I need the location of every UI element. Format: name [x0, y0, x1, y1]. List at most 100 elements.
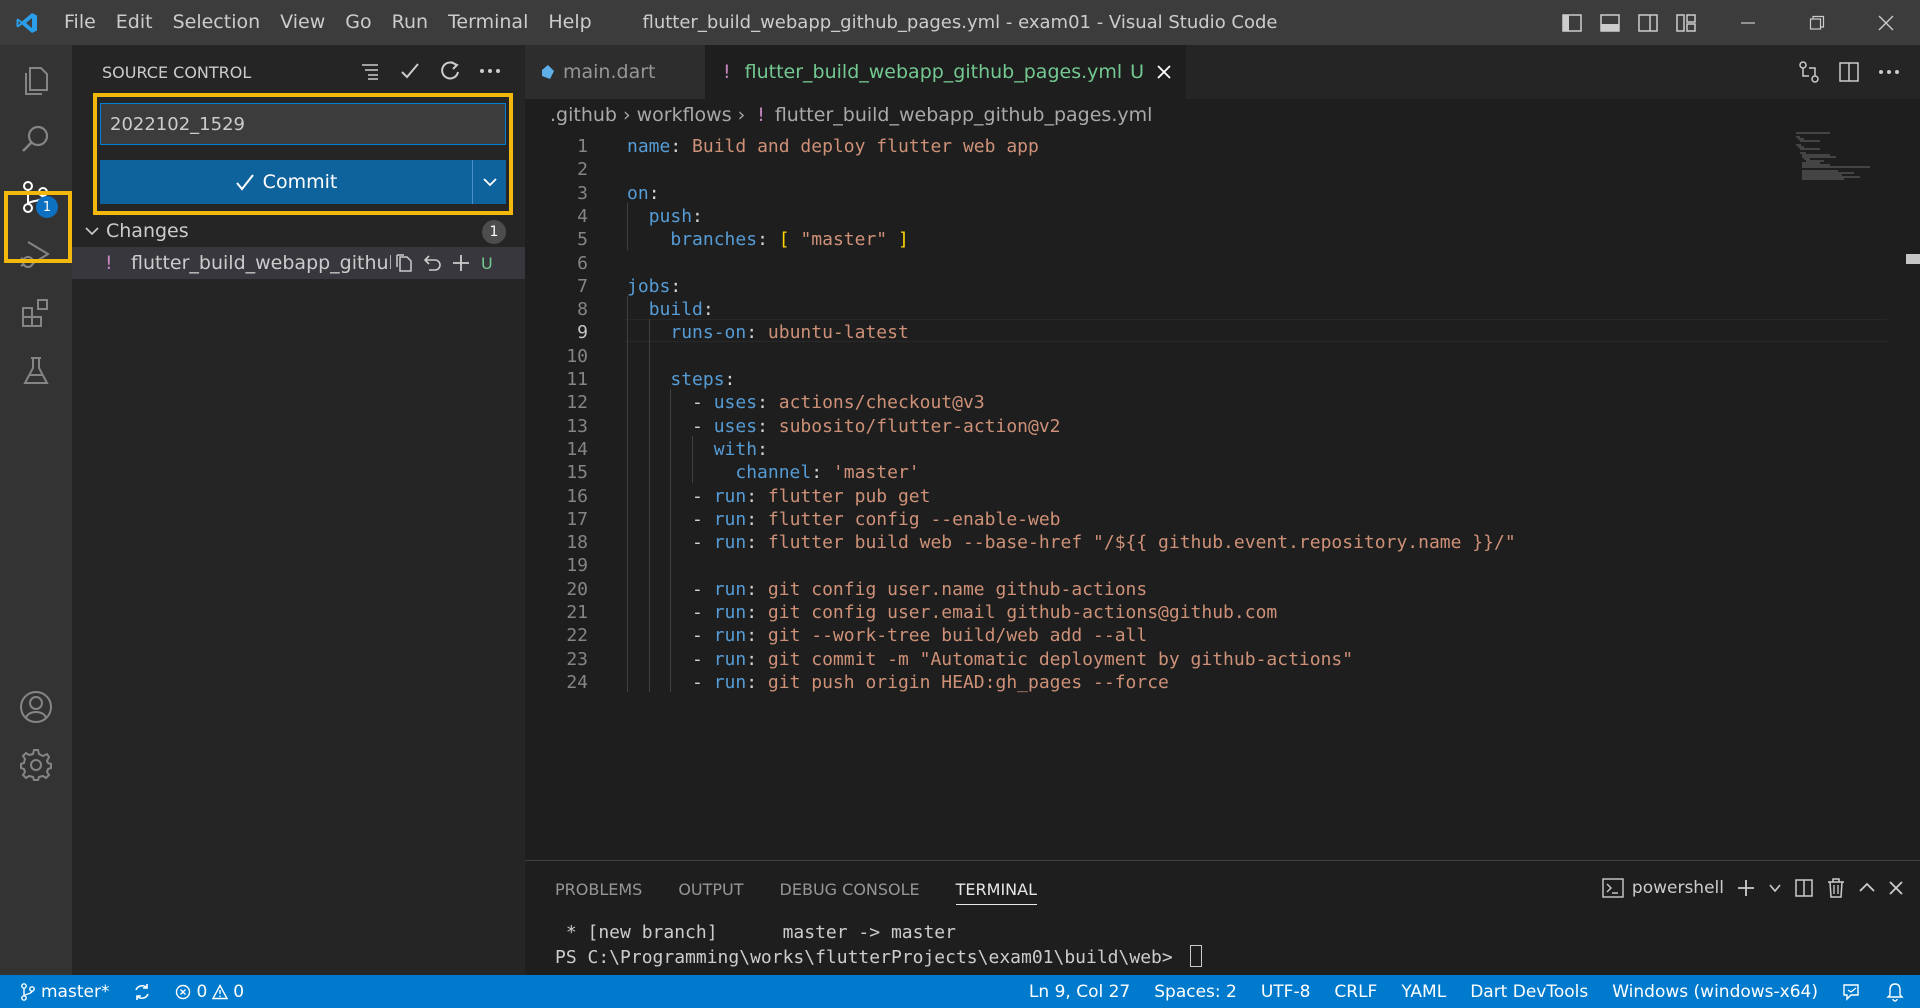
tab-debug-console[interactable]: DEBUG CONSOLE: [780, 875, 920, 905]
menu-terminal[interactable]: Terminal: [438, 0, 538, 45]
toggle-panel-icon[interactable]: [1591, 0, 1629, 45]
line-ending[interactable]: CRLF: [1322, 975, 1389, 1008]
changes-group[interactable]: Changes 1: [72, 216, 525, 246]
code-token: push: [648, 206, 693, 227]
stage-changes-icon[interactable]: [447, 248, 475, 278]
status-bar: master* 0 0 Ln 9, Col 27 Spaces: 2 UTF-8…: [0, 975, 1920, 1008]
breadcrumb-item[interactable]: workflows: [637, 104, 732, 126]
maximize-panel-icon[interactable]: [1858, 873, 1876, 903]
toggle-secondary-sidebar-icon[interactable]: [1629, 0, 1667, 45]
tab-problems[interactable]: PROBLEMS: [555, 875, 642, 905]
menu-go[interactable]: Go: [335, 0, 381, 45]
language-mode[interactable]: YAML: [1389, 975, 1458, 1008]
testing-icon[interactable]: [0, 335, 72, 407]
tab-output[interactable]: OUTPUT: [678, 875, 743, 905]
code-token: with: [713, 439, 758, 460]
close-panel-icon[interactable]: [1888, 873, 1904, 903]
terminal-selector[interactable]: powershell: [1602, 873, 1724, 903]
menu-selection[interactable]: Selection: [163, 0, 271, 45]
code-token: :: [670, 136, 693, 157]
commit-check-icon[interactable]: [397, 57, 423, 85]
customize-layout-icon[interactable]: [1667, 0, 1705, 45]
menu-help[interactable]: Help: [538, 0, 601, 45]
refresh-icon[interactable]: [437, 57, 463, 85]
panel: PROBLEMS OUTPUT DEBUG CONSOLE TERMINAL p…: [525, 860, 1920, 975]
chevron-down-icon[interactable]: [1768, 873, 1782, 903]
feedback-icon[interactable]: [1830, 975, 1874, 1008]
code-token: :: [746, 579, 768, 600]
tab-yaml-file[interactable]: ! flutter_build_webapp_github_pages.yml …: [705, 45, 1187, 99]
branch-indicator[interactable]: master*: [0, 975, 121, 1008]
menu-edit[interactable]: Edit: [106, 0, 163, 45]
code-token: flutter build web --base-href "/${{ gith…: [767, 532, 1516, 553]
code-token: run: [713, 579, 747, 600]
code-token: :: [648, 183, 660, 204]
scroll-position-marker: [1906, 254, 1920, 264]
open-file-icon[interactable]: [391, 248, 419, 278]
code-token: git push origin HEAD:gh_pages --force: [767, 672, 1169, 693]
code-token: uses: [713, 416, 758, 437]
minimap[interactable]: [1790, 130, 1890, 190]
editor-tabs: main.dart ! flutter_build_webapp_github_…: [525, 45, 1920, 99]
tab-main-dart[interactable]: main.dart: [525, 45, 705, 99]
code-token: :: [746, 649, 768, 670]
tab-terminal[interactable]: TERMINAL: [955, 875, 1038, 905]
menu-run[interactable]: Run: [382, 0, 438, 45]
editor-scrollbar[interactable]: [1898, 131, 1920, 851]
changes-count-badge: 1: [482, 220, 506, 244]
problems-indicator[interactable]: 0 0: [163, 975, 256, 1008]
indent-guide: [692, 436, 694, 483]
toggle-sidebar-icon[interactable]: [1553, 0, 1591, 45]
dart-devtools[interactable]: Dart DevTools: [1458, 975, 1600, 1008]
code-token: :: [757, 439, 768, 460]
restore-icon[interactable]: [1782, 0, 1851, 45]
menu-view[interactable]: View: [270, 0, 335, 45]
discard-changes-icon[interactable]: [419, 248, 447, 278]
changed-file-item[interactable]: ! flutter_build_webapp_github... U: [72, 247, 525, 279]
split-terminal-icon[interactable]: [1794, 873, 1814, 903]
source-control-view: SOURCE CONTROL Commit Changes 1 ! flutte…: [72, 45, 525, 975]
code-line: - run: flutter build web --base-href "/$…: [627, 529, 1516, 557]
code-token: :: [746, 486, 768, 507]
new-terminal-icon[interactable]: [1736, 873, 1756, 903]
code-token: run: [713, 625, 747, 646]
indentation[interactable]: Spaces: 2: [1142, 975, 1249, 1008]
code-line: - run: git push origin HEAD:gh_pages --f…: [627, 669, 1169, 697]
code-token: Build and deploy flutter web app: [692, 136, 1039, 157]
cursor-position[interactable]: Ln 9, Col 27: [1017, 975, 1142, 1008]
git-branch-icon: [21, 982, 35, 1001]
chevron-right-icon: ›: [737, 104, 746, 126]
minimize-icon[interactable]: [1713, 0, 1782, 45]
kill-terminal-icon[interactable]: [1826, 873, 1846, 903]
activity-bar: 1: [0, 45, 72, 975]
code-token: :: [746, 602, 768, 623]
terminal-line: * [new branch] master -> master: [555, 922, 956, 943]
sync-icon[interactable]: [121, 975, 163, 1008]
notifications-icon[interactable]: [1874, 975, 1920, 1008]
window-controls: [1553, 0, 1920, 45]
code-token: build: [648, 299, 703, 320]
terminal-prompt: PS C:\Programming\works\flutterProjects\…: [555, 947, 1184, 968]
manage-icon[interactable]: [0, 729, 72, 801]
open-changes-icon[interactable]: [1794, 57, 1824, 87]
tab-label: main.dart: [563, 61, 656, 83]
breadcrumb-item[interactable]: flutter_build_webapp_github_pages.yml: [775, 104, 1153, 126]
split-editor-icon[interactable]: [1834, 57, 1864, 87]
encoding[interactable]: UTF-8: [1249, 975, 1323, 1008]
indent-guide: [627, 296, 628, 692]
error-count: 0: [196, 981, 208, 1002]
code-editor[interactable]: 1 name: Build and deploy flutter web app 2…: [525, 133, 1887, 813]
view-as-tree-icon[interactable]: [357, 57, 383, 85]
target-platform[interactable]: Windows (windows-x64): [1600, 975, 1830, 1008]
code-token: :: [702, 299, 714, 320]
more-actions-icon[interactable]: [477, 57, 503, 85]
close-icon[interactable]: [1851, 0, 1920, 45]
close-tab-icon[interactable]: [1156, 64, 1172, 80]
branch-name: master*: [41, 981, 110, 1002]
more-actions-icon[interactable]: [1874, 57, 1904, 87]
indent-guide: [670, 389, 672, 692]
menu-file[interactable]: File: [54, 0, 106, 45]
breadcrumb-item[interactable]: .github: [550, 104, 617, 126]
terminal-output[interactable]: * [new branch] master -> master PS C:\Pro…: [555, 921, 1202, 970]
